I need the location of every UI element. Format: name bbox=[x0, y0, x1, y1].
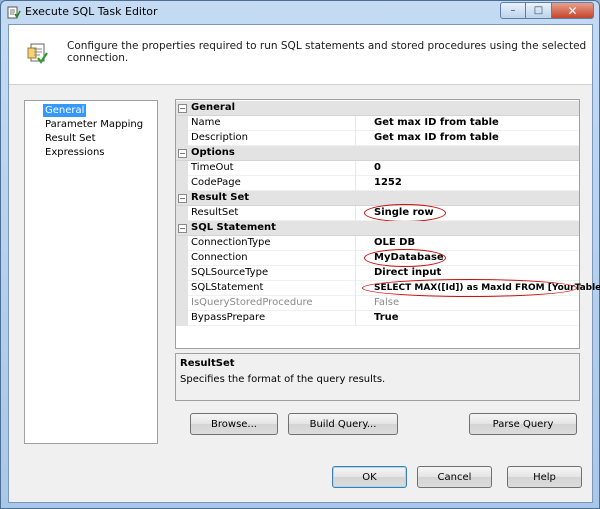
property-row-connectiontype[interactable]: ConnectionType OLE DB bbox=[176, 236, 579, 251]
property-name: ConnectionType bbox=[191, 237, 271, 248]
property-name: TimeOut bbox=[191, 162, 234, 173]
description-title: ResultSet bbox=[180, 358, 235, 369]
nav-item-parameter-mapping[interactable]: Parameter Mapping bbox=[43, 118, 145, 131]
cancel-button[interactable]: Cancel bbox=[417, 466, 492, 488]
property-description-panel: ResultSet Specifies the format of the qu… bbox=[175, 353, 580, 401]
property-row-name[interactable]: Name Get max ID from table bbox=[176, 116, 579, 131]
dialog-window: Execute SQL Task Editor – □ ✕ Configure … bbox=[0, 0, 600, 509]
property-value[interactable]: 1252 bbox=[374, 177, 402, 188]
window-title: Execute SQL Task Editor bbox=[25, 5, 158, 18]
property-row-bypassprepare[interactable]: BypassPrepare True bbox=[176, 311, 579, 326]
property-value[interactable]: 0 bbox=[374, 162, 381, 173]
property-name: CodePage bbox=[191, 177, 241, 188]
collapse-icon[interactable]: − bbox=[178, 224, 187, 233]
property-value[interactable]: Direct input bbox=[374, 267, 441, 278]
title-bar[interactable]: Execute SQL Task Editor – □ ✕ bbox=[1, 1, 599, 23]
close-button[interactable]: ✕ bbox=[552, 2, 594, 19]
property-value[interactable]: Single row bbox=[374, 207, 434, 218]
property-row-codepage[interactable]: CodePage 1252 bbox=[176, 176, 579, 191]
category-label: General bbox=[191, 102, 235, 113]
property-value[interactable]: True bbox=[374, 312, 399, 323]
property-name: SQLStatement bbox=[191, 282, 264, 293]
collapse-icon[interactable]: − bbox=[178, 104, 187, 113]
category-result-set[interactable]: − Result Set bbox=[176, 191, 579, 206]
property-name: SQLSourceType bbox=[191, 267, 269, 278]
maximize-button[interactable]: □ bbox=[526, 2, 552, 19]
category-options[interactable]: − Options bbox=[176, 146, 579, 161]
ssis-task-icon bbox=[7, 6, 21, 19]
property-value: False bbox=[374, 297, 400, 308]
property-row-sqlsourcetype[interactable]: SQLSourceType Direct input bbox=[176, 266, 579, 281]
property-name: Connection bbox=[191, 252, 248, 263]
build-query-button[interactable]: Build Query... bbox=[288, 413, 398, 435]
collapse-icon[interactable]: − bbox=[178, 194, 187, 203]
property-name: ResultSet bbox=[191, 207, 239, 218]
nav-item-expressions[interactable]: Expressions bbox=[43, 146, 107, 159]
property-value[interactable]: Get max ID from table bbox=[374, 117, 499, 128]
category-label: SQL Statement bbox=[191, 222, 276, 233]
property-row-isquerystoredprocedure[interactable]: IsQueryStoredProcedure False bbox=[176, 296, 579, 311]
help-button[interactable]: Help bbox=[507, 466, 582, 488]
property-row-timeout[interactable]: TimeOut 0 bbox=[176, 161, 579, 176]
ok-button[interactable]: OK bbox=[332, 466, 407, 488]
dialog-header: Configure the properties required to run… bbox=[9, 25, 592, 85]
nav-item-general[interactable]: General bbox=[43, 104, 87, 117]
category-general[interactable]: − General bbox=[176, 101, 579, 116]
property-name: Description bbox=[191, 132, 248, 143]
page-navigation-list: General Parameter Mapping Result Set Exp… bbox=[24, 100, 158, 444]
property-row-connection[interactable]: Connection MyDatabase bbox=[176, 249, 579, 267]
category-label: Options bbox=[191, 147, 235, 158]
category-sql-statement[interactable]: − SQL Statement bbox=[176, 221, 579, 236]
property-name: BypassPrepare bbox=[191, 312, 266, 323]
property-name: Name bbox=[191, 117, 221, 128]
nav-item-result-set[interactable]: Result Set bbox=[43, 132, 98, 145]
property-row-sqlstatement[interactable]: SQLStatement SELECT MAX([Id]) as MaxId F… bbox=[176, 279, 600, 297]
description-text: Specifies the format of the query result… bbox=[180, 374, 386, 385]
property-name: IsQueryStoredProcedure bbox=[191, 297, 313, 308]
collapse-icon[interactable]: − bbox=[178, 149, 187, 158]
execute-sql-task-icon bbox=[27, 43, 48, 64]
minimize-button[interactable]: – bbox=[500, 2, 526, 19]
dialog-client-area: Configure the properties required to run… bbox=[8, 24, 600, 503]
browse-button[interactable]: Browse... bbox=[190, 413, 278, 435]
property-value[interactable]: OLE DB bbox=[374, 237, 415, 248]
property-grid: − General Name Get max ID from table Des… bbox=[175, 99, 600, 349]
property-row-description[interactable]: Description Get max ID from table bbox=[176, 131, 579, 146]
property-row-resultset[interactable]: ResultSet Single row bbox=[176, 204, 579, 222]
header-description: Configure the properties required to run… bbox=[67, 40, 587, 64]
property-value[interactable]: MyDatabase bbox=[374, 252, 444, 263]
parse-query-button[interactable]: Parse Query bbox=[469, 413, 577, 435]
property-value[interactable]: SELECT MAX([Id]) as MaxId FROM [YourTabl… bbox=[374, 283, 600, 293]
property-value[interactable]: Get max ID from table bbox=[374, 132, 499, 143]
category-label: Result Set bbox=[191, 192, 250, 203]
